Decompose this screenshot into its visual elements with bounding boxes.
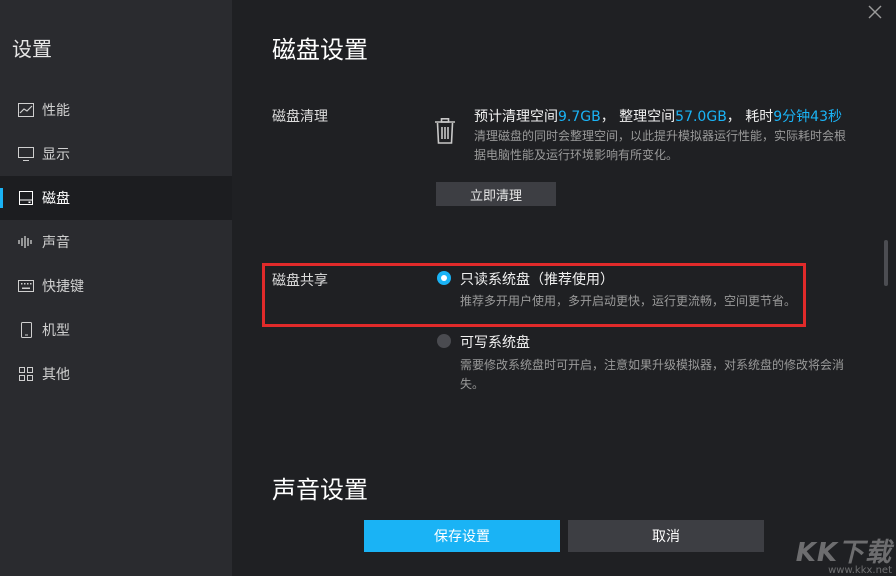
sidebar-item-label: 磁盘 — [42, 191, 70, 207]
sidebar-item-label: 快捷键 — [42, 279, 84, 295]
keyboard-icon — [18, 278, 34, 294]
description-line: 失。 — [460, 377, 485, 391]
stat-separator: ， — [600, 109, 615, 125]
page-title: 磁盘设置 — [272, 36, 368, 64]
stat-value-space: 57.0GB — [675, 109, 727, 125]
sidebar-item-other[interactable]: 其他 — [0, 352, 232, 396]
radio-writable-disk[interactable] — [437, 334, 451, 348]
cancel-button[interactable]: 取消 — [568, 520, 764, 552]
option-writable-label[interactable]: 可写系统盘 — [460, 332, 530, 352]
clean-now-button[interactable]: 立即清理 — [436, 182, 556, 206]
sidebar: 设置 性能 显示 磁盘 声音 快捷键 机型 其他 — [0, 0, 232, 576]
section-title-sound: 声音设置 — [272, 476, 368, 504]
sidebar-item-label: 声音 — [42, 235, 70, 251]
watermark-logo: KK下载 — [795, 538, 892, 568]
phone-icon — [18, 322, 34, 338]
chart-icon — [18, 102, 34, 118]
close-button[interactable] — [864, 2, 886, 24]
stat-label-space: 整理空间 — [619, 109, 676, 125]
close-icon — [868, 4, 882, 23]
description-line: 清理磁盘的同时会整理空间，以此提升模拟器运行性能，实际耗时会根 — [474, 129, 847, 143]
disk-clean-description: 清理磁盘的同时会整理空间，以此提升模拟器运行性能，实际耗时会根 据电脑性能及运行… — [474, 127, 846, 165]
stat-label-clean: 预计清理空间 — [474, 109, 558, 125]
trash-icon — [434, 118, 456, 148]
sound-wave-icon — [18, 234, 34, 250]
save-button[interactable]: 保存设置 — [364, 520, 560, 552]
radio-readonly-disk[interactable] — [437, 271, 451, 285]
sidebar-item-display[interactable]: 显示 — [0, 132, 232, 176]
disk-clean-label: 磁盘清理 — [272, 109, 328, 125]
stat-separator: ， — [726, 109, 741, 125]
sidebar-item-disk[interactable]: 磁盘 — [0, 176, 232, 220]
sidebar-item-label: 其他 — [42, 367, 70, 383]
monitor-icon — [18, 146, 34, 162]
option-readonly-label[interactable]: 只读系统盘（推荐使用） — [460, 269, 614, 289]
sidebar-item-label: 显示 — [42, 147, 70, 163]
sidebar-item-label: 性能 — [42, 103, 70, 119]
watermark: KK下载 www.kkx.net — [796, 532, 892, 576]
option-readonly-description: 推荐多开用户使用，多开启动更快，运行更流畅，空间更节省。 — [460, 294, 797, 308]
sidebar-item-sound[interactable]: 声音 — [0, 220, 232, 264]
grid-icon — [18, 366, 34, 382]
description-line: 需要修改系统盘时可开启，注意如果升级模拟器，对系统盘的修改将会消 — [460, 358, 845, 372]
scrollbar-thumb[interactable] — [884, 240, 888, 286]
settings-panel: 磁盘设置 磁盘清理 预计清理空间9.7GB， 整理空间57.0GB， 耗时9分钟… — [232, 0, 896, 576]
stat-label-time: 耗时 — [745, 109, 774, 125]
sidebar-item-label: 机型 — [42, 323, 70, 339]
sidebar-item-model[interactable]: 机型 — [0, 308, 232, 352]
sidebar-title: 设置 — [12, 37, 52, 61]
description-line: 据电脑性能及运行环境影响有所变化。 — [474, 148, 679, 162]
sidebar-item-performance[interactable]: 性能 — [0, 88, 232, 132]
stat-value-clean: 9.7GB — [558, 109, 601, 125]
disk-clean-stats: 预计清理空间9.7GB， 整理空间57.0GB， 耗时9分钟43秒 — [474, 106, 842, 126]
stat-value-time: 9分钟43秒 — [773, 109, 842, 125]
option-writable-description: 需要修改系统盘时可开启，注意如果升级模拟器，对系统盘的修改将会消 失。 — [460, 356, 844, 394]
sidebar-item-shortcuts[interactable]: 快捷键 — [0, 264, 232, 308]
disk-icon — [18, 190, 34, 206]
